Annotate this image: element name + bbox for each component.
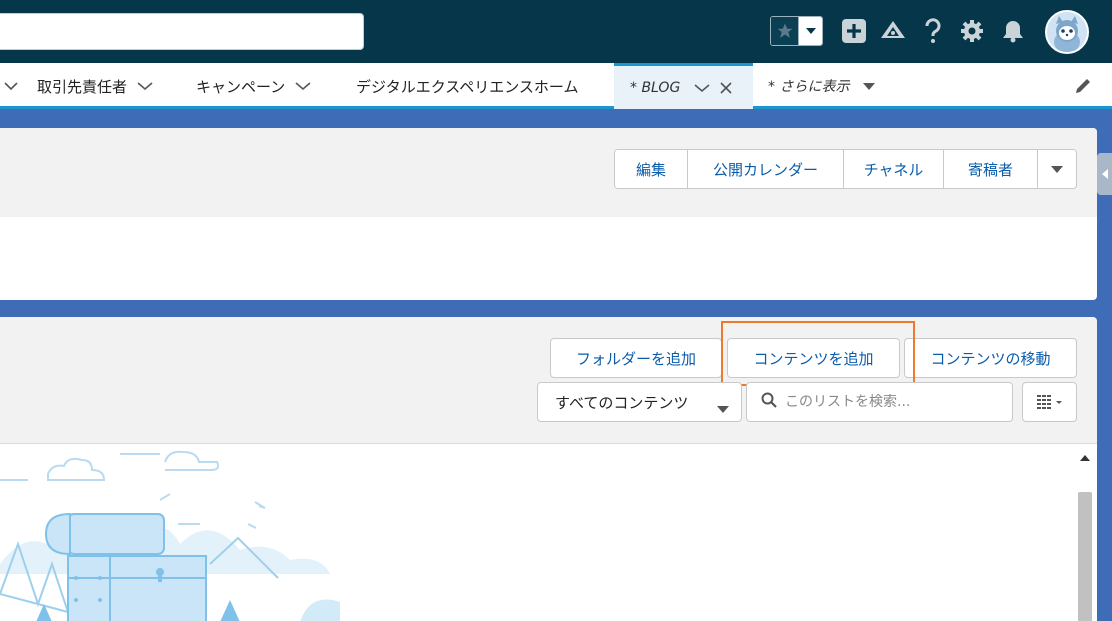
chevron-down-icon[interactable] [137,81,153,91]
caret-down-icon [717,400,729,418]
nav-item-label: * さらに表示 [768,79,850,95]
nav-item-label: キャンペーン [196,77,286,96]
global-search-input[interactable] [0,13,364,50]
caret-down-icon [1051,165,1063,173]
highlight-box [721,321,915,386]
channels-button[interactable]: チャネル [844,150,944,188]
add-icon[interactable] [840,17,868,45]
publish-calendar-button[interactable]: 公開カレンダー [688,150,844,188]
scroll-thumb[interactable] [1078,492,1092,621]
record-header-panel: 編集 公開カレンダー チャネル 寄稿者 [0,128,1097,300]
search-icon [761,392,777,412]
settings-icon[interactable] [958,17,986,45]
app-nav-bar: 取引先責任者 キャンペーン デジタルエクスペリエンスホーム * BLOG * さ… [0,63,1112,109]
move-content-button[interactable]: コンテンツの移動 [904,338,1077,378]
list-view-value: すべてのコンテンツ [555,393,689,412]
empty-state-illustration [0,450,340,621]
nav-item-digital-experience-home[interactable]: デジタルエクスペリエンスホーム [356,63,578,109]
list-view-select[interactable]: すべてのコンテンツ [537,382,742,422]
favorites-button-group [770,16,823,46]
chevron-down-icon[interactable] [799,17,822,45]
chevron-left-icon [1101,169,1108,179]
chevron-down-icon[interactable] [694,83,710,93]
scrollbar[interactable] [1075,444,1095,621]
nav-chevron-prev[interactable] [0,63,18,109]
content-list-body [0,443,1097,621]
edit-nav-icon[interactable] [1074,63,1092,109]
scroll-up-icon[interactable] [1079,450,1091,466]
record-header: 編集 公開カレンダー チャネル 寄稿者 [0,128,1097,217]
record-actions: 編集 公開カレンダー チャネル 寄稿者 [614,149,1077,189]
display-as-button[interactable] [1022,382,1077,422]
global-header [0,0,1112,63]
trailhead-icon[interactable] [879,17,907,45]
list-search [746,382,1013,422]
contributors-button[interactable]: 寄稿者 [944,150,1038,188]
help-icon[interactable] [919,17,947,45]
nav-item-blog[interactable]: * BLOG [614,63,753,109]
nav-item-contacts[interactable]: 取引先責任者 [37,63,153,109]
nav-item-label: デジタルエクスペリエンスホーム [356,77,579,96]
edit-button[interactable]: 編集 [615,150,688,188]
side-panel-toggle[interactable] [1097,153,1112,195]
chevron-down-icon[interactable] [295,81,311,91]
bell-icon[interactable] [999,17,1027,45]
nav-item-more[interactable]: * さらに表示 [768,63,876,109]
add-folder-button[interactable]: フォルダーを追加 [550,338,722,378]
nav-item-label: * BLOG [630,79,681,96]
chevron-down-icon [4,81,18,91]
nav-item-label: 取引先責任者 [37,77,128,96]
star-icon[interactable] [771,17,800,45]
more-actions-button[interactable] [1038,150,1076,188]
nav-item-campaigns[interactable]: キャンペーン [196,63,311,109]
avatar[interactable] [1045,10,1089,54]
close-icon[interactable] [720,81,732,94]
content-list-panel: フォルダーを追加 コンテンツを追加 コンテンツの移動 すべてのコンテンツ [0,317,1097,621]
table-view-icon [1036,395,1062,409]
caret-down-icon [863,82,876,91]
list-search-input[interactable] [785,394,995,410]
